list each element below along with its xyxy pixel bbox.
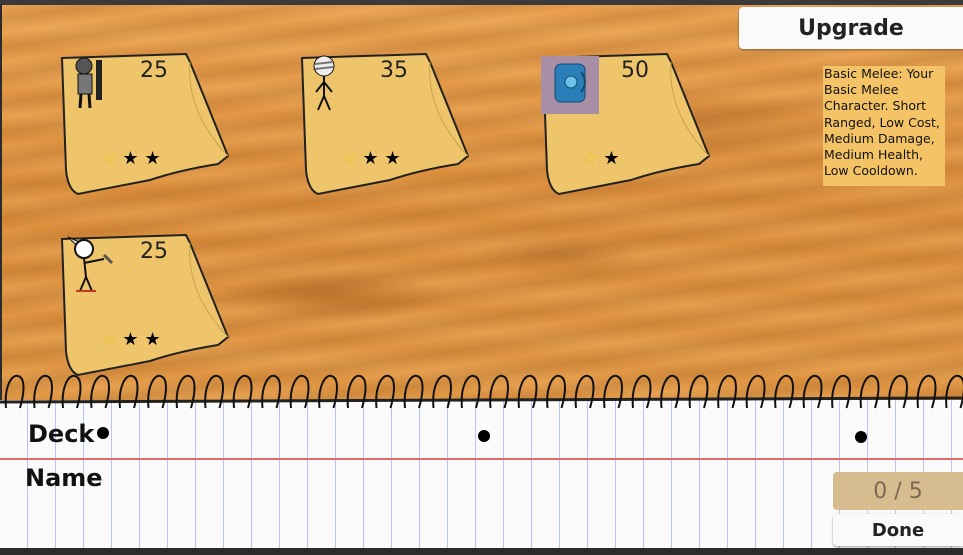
- character-card-1[interactable]: 25 ☆★★: [60, 52, 230, 196]
- spiral-ring: [916, 374, 937, 409]
- blue-backpack-icon: [541, 56, 599, 114]
- spiral-ring: [261, 374, 281, 409]
- spiral-ring: [688, 374, 709, 409]
- character-card-4[interactable]: 25 ☆★★: [60, 233, 230, 377]
- card-cost: 25: [140, 239, 168, 264]
- star-rating: ☆★★: [102, 329, 167, 350]
- spiral-ring: [460, 374, 481, 409]
- deck-slot-marker: [478, 430, 490, 442]
- spiral-ring: [147, 374, 167, 409]
- armored-knight-icon: [75, 57, 102, 109]
- name-label: Name: [25, 464, 103, 492]
- spiral-ring: [232, 374, 253, 409]
- character-card-2[interactable]: 35 ☆★★: [300, 52, 470, 196]
- gold-star-icon: ☆: [102, 149, 123, 168]
- spiral-ring: [802, 374, 823, 409]
- bandaged-mummy-icon: [313, 55, 335, 111]
- character-description: Basic Melee: Your Basic Melee Character.…: [823, 66, 945, 186]
- card-cost: 25: [140, 58, 168, 83]
- upgrade-button[interactable]: Upgrade: [739, 7, 963, 49]
- spiral-ring: [745, 374, 766, 409]
- spiral-ring: [859, 374, 880, 409]
- spiral-ring: [289, 374, 310, 409]
- spiral-ring: [489, 374, 509, 409]
- character-card-3[interactable]: 50 ☆★: [541, 52, 711, 196]
- spiral-ring: [888, 374, 908, 409]
- star-rating: ☆★★: [342, 148, 407, 169]
- spiral-ring: [546, 374, 566, 409]
- spiral-ring: [90, 374, 110, 409]
- spiral-ring: [403, 374, 424, 409]
- spiral-ring: [660, 374, 680, 409]
- notebook-spiral-binding: [0, 374, 963, 409]
- spiral-ring: [574, 374, 595, 409]
- spiral-ring: [945, 374, 963, 409]
- spiral-ring: [175, 374, 196, 409]
- spiral-ring: [204, 374, 224, 409]
- spiral-ring: [517, 374, 538, 409]
- star-rating: ☆★: [583, 148, 626, 169]
- deck-slot-marker: [855, 431, 867, 443]
- spiral-ring: [603, 374, 623, 409]
- bottom-bar: [0, 548, 963, 555]
- deck-slot-marker: [97, 427, 109, 439]
- deck-count: 0 / 5: [833, 472, 963, 510]
- star-rating: ☆★★: [102, 148, 167, 169]
- gold-star-icon: ☆: [342, 149, 363, 168]
- spiral-ring: [831, 374, 851, 409]
- spiral-ring: [118, 374, 139, 409]
- feather-archer-icon: [67, 236, 114, 292]
- spiral-ring: [631, 374, 652, 409]
- deck-label: Deck: [28, 420, 95, 448]
- spiral-ring: [717, 374, 737, 409]
- spiral-ring: [432, 374, 452, 409]
- spiral-ring: [774, 374, 794, 409]
- gold-star-icon: ☆: [102, 330, 123, 349]
- card-cost: 50: [621, 58, 649, 83]
- spiral-ring: [318, 374, 338, 409]
- card-cost: 35: [380, 58, 408, 83]
- gold-star-icon: ☆: [583, 149, 604, 168]
- done-button[interactable]: Done: [833, 514, 963, 546]
- spiral-ring: [375, 374, 395, 409]
- deck-notebook: [0, 400, 963, 555]
- spiral-ring: [346, 374, 367, 409]
